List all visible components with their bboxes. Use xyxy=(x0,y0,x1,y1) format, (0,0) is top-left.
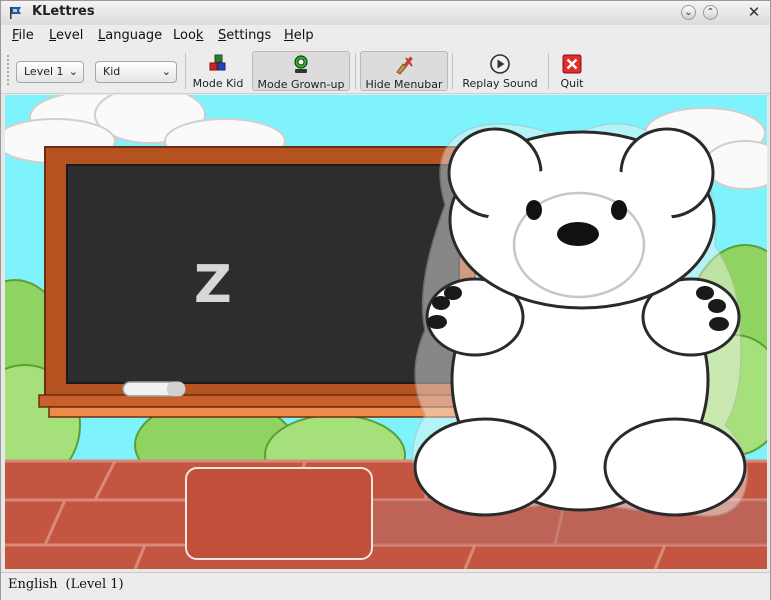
menu-help-rest: elp xyxy=(293,28,314,43)
scene-background xyxy=(5,95,767,569)
toolbar-grip[interactable] xyxy=(7,55,12,85)
grownup-icon xyxy=(294,55,308,73)
blackboard-letter: Z xyxy=(194,255,232,315)
game-scene: Z xyxy=(5,95,767,569)
blocks-icon xyxy=(209,54,226,71)
answer-input[interactable] xyxy=(185,467,373,560)
mode-grownup-label: Mode Grown-up xyxy=(257,78,345,91)
look-combo[interactable]: Kid ⌄ xyxy=(95,61,177,83)
mode-kid-button[interactable]: Mode Kid xyxy=(191,51,245,91)
hide-menubar-label: Hide Menubar xyxy=(365,78,443,91)
quit-button[interactable]: Quit xyxy=(554,51,590,91)
toolbar-separator xyxy=(355,53,356,89)
menu-look-mnemonic: k xyxy=(195,28,204,43)
menu-level-rest: evel xyxy=(56,28,84,43)
title-bar[interactable]: KLettres ⌄ ⌃ ✕ xyxy=(1,1,770,26)
chevron-down-icon: ⌄ xyxy=(161,65,171,78)
hide-menubar-button[interactable]: Hide Menubar xyxy=(360,51,448,91)
menu-help[interactable]: Help xyxy=(284,28,314,43)
window-title: KLettres xyxy=(32,4,95,19)
menu-help-mnemonic: H xyxy=(284,28,294,43)
menu-level-mnemonic: L xyxy=(49,28,57,43)
look-combo-value: Kid xyxy=(103,65,121,78)
klettres-window: KLettres ⌄ ⌃ ✕ File Level Language Look … xyxy=(0,0,771,600)
status-text: English (Level 1) xyxy=(8,577,132,592)
blackboard xyxy=(38,146,480,418)
toolbar-separator xyxy=(185,53,186,89)
toolbar-separator xyxy=(452,53,453,89)
chevron-down-icon: ⌄ xyxy=(68,65,78,78)
mode-grownup-button[interactable]: Mode Grown-up xyxy=(252,51,350,91)
close-button[interactable]: ✕ xyxy=(746,4,762,20)
teddy-bear xyxy=(411,122,749,517)
menu-file-rest: ile xyxy=(18,28,34,43)
play-icon xyxy=(490,54,510,74)
klettres-flag-icon xyxy=(10,7,21,19)
menu-language[interactable]: Language xyxy=(98,28,162,43)
menu-settings-rest: ettings xyxy=(226,28,272,43)
level-combo-value: Level 1 xyxy=(24,65,64,78)
toolbar-separator xyxy=(548,53,549,89)
main-toolbar: Level 1 ⌄ Kid ⌄ Mode Kid Mode Grown-up H… xyxy=(1,47,770,94)
status-language: English xyxy=(8,577,58,592)
mode-kid-label: Mode Kid xyxy=(192,77,244,90)
menu-level[interactable]: Level xyxy=(49,28,83,43)
menu-language-rest: anguage xyxy=(105,28,163,43)
status-bar: English (Level 1) xyxy=(1,572,770,600)
menu-look[interactable]: Look xyxy=(173,28,203,43)
menu-settings[interactable]: Settings xyxy=(218,28,271,43)
level-combo[interactable]: Level 1 ⌄ xyxy=(16,61,84,83)
minimize-button[interactable]: ⌄ xyxy=(681,5,696,20)
menu-file[interactable]: File xyxy=(12,28,34,43)
maximize-button[interactable]: ⌃ xyxy=(703,5,718,20)
replay-sound-label: Replay Sound xyxy=(462,77,538,90)
quit-label: Quit xyxy=(560,77,584,90)
broom-icon xyxy=(396,56,413,75)
menu-bar: File Level Language Look Settings Help xyxy=(1,25,770,47)
replay-sound-button[interactable]: Replay Sound xyxy=(459,51,541,91)
quit-icon xyxy=(562,54,582,74)
menu-look-pre: Loo xyxy=(173,28,196,43)
status-level: (Level 1) xyxy=(65,577,124,592)
